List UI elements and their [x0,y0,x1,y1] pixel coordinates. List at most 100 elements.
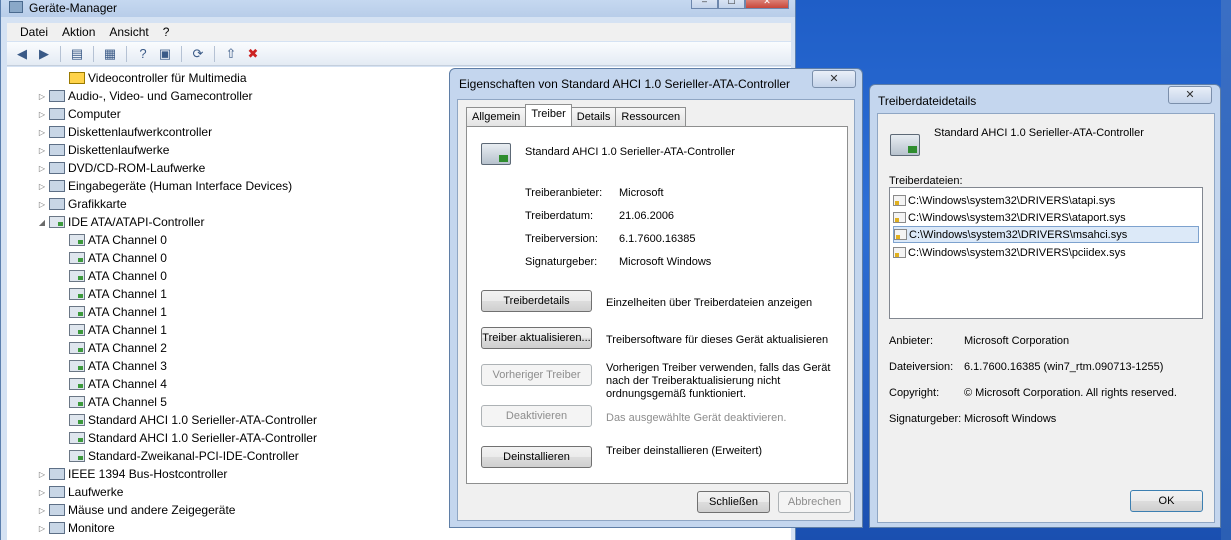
info-label-signer: Signaturgeber: [525,256,598,268]
expand-arrow-icon[interactable]: ▷ [37,92,47,101]
expand-arrow-icon[interactable]: ◢ [37,218,47,227]
disable-device-description: Das ausgewählte Gerät deaktivieren. [606,412,787,424]
tree-item-label: Laufwerke [68,485,124,499]
display-adapter-icon [49,198,65,210]
ide-channel-icon [69,396,85,408]
tree-item[interactable]: ▷ IEEE 1394 Bus-Hostcontroller [37,465,228,483]
driver-tab-panel: Standard AHCI 1.0 Serieller-ATA-Controll… [466,126,848,484]
info-label-provider: Treiberanbieter: [525,187,603,199]
tree-item[interactable]: ATA Channel 0 [57,249,167,267]
tree-item[interactable]: ATA Channel 1 [57,285,167,303]
close-dialog-button[interactable]: Schließen [697,491,770,513]
expand-arrow-icon[interactable]: ▷ [37,110,47,119]
expand-arrow-icon[interactable]: ▷ [37,128,47,137]
tree-item[interactable]: ▷ Eingabegeräte (Human Interface Devices) [37,177,292,195]
expand-arrow-icon[interactable]: ▷ [37,164,47,173]
floppy-controller-icon [49,126,65,138]
tree-item[interactable]: Standard-Zweikanal-PCI-IDE-Controller [57,447,299,465]
expand-arrow-icon[interactable]: ▷ [37,146,47,155]
show-hide-icon[interactable]: ▣ [156,45,174,63]
details-dialog-title: Treiberdateidetails [878,94,977,108]
tree-item[interactable]: ▷ Monitore [37,519,115,537]
tree-item[interactable]: ATA Channel 0 [57,231,167,249]
maximize-button[interactable]: ☐ [718,0,745,9]
details-close-button[interactable]: ✕ [1168,86,1212,104]
value-signer: Microsoft Windows [964,413,1057,425]
tree-item[interactable]: ATA Channel 5 [57,393,167,411]
update-driver-button[interactable]: Treiber aktualisieren... [481,327,592,349]
update-driver-icon[interactable]: ⇧ [222,45,240,63]
tree-item[interactable]: Standard AHCI 1.0 Serieller-ATA-Controll… [57,429,317,447]
label-file-version: Dateiversion: [889,361,954,373]
tab-ressourcen[interactable]: Ressourcen [615,107,687,126]
help-icon[interactable]: ? [134,45,152,63]
uninstall-button[interactable]: Deinstallieren [481,446,592,468]
driver-details-description: Einzelheiten über Treiberdateien anzeige… [606,297,813,309]
audio-icon [49,90,65,102]
tree-item[interactable]: ▷ Mäuse und andere Zeigegeräte [37,501,236,519]
tree-item[interactable]: ▷ Laufwerke [37,483,123,501]
tree-item[interactable]: ATA Channel 2 [57,339,167,357]
info-value-date: 21.06.2006 [619,210,675,222]
tree-item[interactable]: ▷ Computer [37,105,121,123]
expand-arrow-icon[interactable]: ▷ [37,200,47,209]
console-tree-icon[interactable]: ▤ [68,45,86,63]
properties-icon[interactable]: ▦ [101,45,119,63]
tree-item[interactable]: ◢ IDE ATA/ATAPI-Controller [37,213,205,231]
forward-arrow-icon[interactable]: ▶ [35,45,53,63]
driver-details-button[interactable]: Treiberdetails [481,290,592,312]
update-driver-description: Treibersoftware für dieses Gerät aktuali… [606,334,829,346]
tree-item[interactable]: ▷ Grafikkarte [37,195,127,213]
file-row[interactable]: C:\Windows\system32\DRIVERS\pciidex.sys [893,244,1199,261]
expand-arrow-icon[interactable]: ▷ [37,488,47,497]
file-row-selected[interactable]: C:\Windows\system32\DRIVERS\msahci.sys [893,226,1199,243]
menu-ansicht[interactable]: Ansicht [102,23,155,41]
tree-item[interactable]: ▷ Diskettenlaufwerke [37,141,169,159]
device-name: Standard AHCI 1.0 Serieller-ATA-Controll… [525,146,735,158]
tree-item-label: ATA Channel 1 [88,323,167,337]
monitor-icon [49,522,65,534]
controller-icon [890,134,920,156]
tree-item-label: ATA Channel 0 [88,269,167,283]
expand-arrow-icon[interactable]: ▷ [37,524,47,533]
file-row[interactable]: C:\Windows\system32\DRIVERS\atapi.sys [893,192,1199,209]
disable-device-button[interactable]: Deaktivieren [481,405,592,427]
expand-arrow-icon[interactable]: ▷ [37,182,47,191]
tab-allgemein[interactable]: Allgemein [466,107,527,126]
driver-files-list[interactable]: C:\Windows\system32\DRIVERS\atapi.sys C:… [889,187,1203,319]
tree-item[interactable]: ATA Channel 3 [57,357,167,375]
ide-channel-icon [69,342,85,354]
cancel-button[interactable]: Abbrechen [778,491,851,513]
expand-arrow-icon[interactable]: ▷ [37,506,47,515]
rollback-driver-button[interactable]: Vorheriger Treiber [481,364,592,386]
tree-item-label: ATA Channel 1 [88,287,167,301]
back-arrow-icon[interactable]: ◀ [13,45,31,63]
tree-item[interactable]: ▷ DVD/CD-ROM-Laufwerke [37,159,205,177]
menu-datei[interactable]: Datei [13,23,55,41]
minimize-button[interactable]: – [691,0,718,9]
uninstall-icon[interactable]: ✖ [244,45,262,63]
tree-item[interactable]: ATA Channel 0 [57,267,167,285]
tree-item[interactable]: ▷ Diskettenlaufwerkcontroller [37,123,212,141]
close-button[interactable]: ✕ [745,0,789,9]
tree-item[interactable]: ATA Channel 1 [57,321,167,339]
menubar: Datei Aktion Ansicht ? [7,23,791,41]
tab-treiber[interactable]: Treiber [525,104,572,126]
tree-item[interactable]: Videocontroller für Multimedia [57,69,247,87]
tree-item[interactable]: ATA Channel 1 [57,303,167,321]
desktop-background [1221,0,1231,540]
properties-close-button[interactable]: ✕ [812,70,856,88]
rollback-driver-description: Vorherigen Treiber verwenden, falls das … [606,362,831,400]
info-label-date: Treiberdatum: [525,210,594,222]
menu-help[interactable]: ? [156,23,177,41]
titlebar[interactable]: Geräte-Manager – ☐ ✕ [1,0,795,17]
menu-aktion[interactable]: Aktion [55,23,102,41]
scan-hardware-icon[interactable]: ⟳ [189,45,207,63]
expand-arrow-icon[interactable]: ▷ [37,470,47,479]
tree-item[interactable]: ATA Channel 4 [57,375,167,393]
ok-button[interactable]: OK [1130,490,1203,512]
tab-details[interactable]: Details [570,107,617,126]
tree-item[interactable]: ▷ Audio-, Video- und Gamecontroller [37,87,253,105]
file-row[interactable]: C:\Windows\system32\DRIVERS\ataport.sys [893,209,1199,226]
tree-item[interactable]: Standard AHCI 1.0 Serieller-ATA-Controll… [57,411,317,429]
